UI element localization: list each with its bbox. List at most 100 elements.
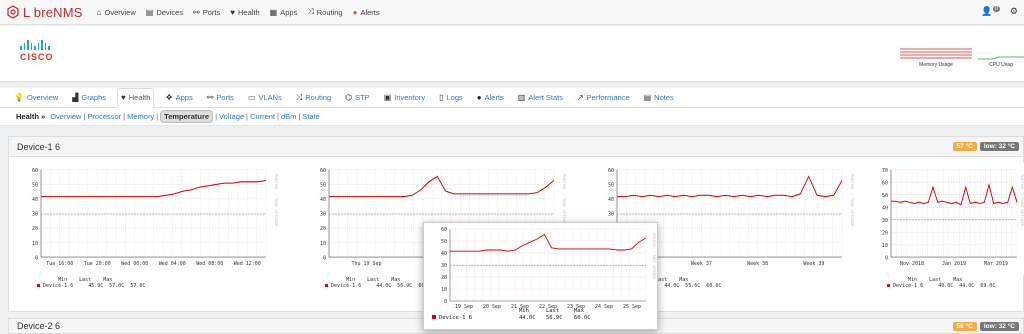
separator: | — [246, 112, 248, 121]
x-tick-label: Week 37 — [691, 261, 712, 267]
nav-label: Overview — [104, 7, 136, 17]
vlan-icon: ▭ — [247, 93, 256, 102]
tab-performance[interactable]: ↗ Performance — [574, 88, 633, 108]
health-subnav: Health » Overview | Processor | Memory | Tempe… — [0, 108, 1024, 126]
popup-min: 44.0C — [519, 315, 536, 321]
y-tick-label: 30 — [320, 211, 326, 217]
rrdtool-watermark: RRDTOOL / TOBI OETIKER — [274, 174, 278, 227]
nav-alerts[interactable]: ● Alerts — [353, 7, 380, 17]
subnav-dbm[interactable]: dBm — [281, 112, 296, 121]
nav-devices[interactable]: ▤ Devices — [146, 7, 183, 17]
link-icon: ⚯ — [193, 7, 200, 17]
legend-series-name: Device-1 6 — [893, 283, 924, 289]
graph-hover-popup: 60 50 40 30 20 10 0 19 Sep 20 Sep 21 Sep 22 Sep 23 … — [423, 222, 658, 330]
tab-logs[interactable]: ▯ Logs — [436, 88, 466, 108]
y-tick-label: 0 — [35, 255, 38, 261]
separator: | — [83, 112, 86, 121]
tab-vlans[interactable]: ▭ VLANs — [245, 88, 285, 108]
nav-label: Health — [237, 7, 260, 17]
nav-label: Devices — [156, 7, 184, 17]
current-temp-badge: 57 °C — [952, 142, 977, 151]
tab-health[interactable]: ♥ Health — [117, 87, 155, 108]
sitemap-icon: ⌬ — [345, 93, 353, 102]
legend-values: 45.9C 57.0C 57.0C — [73, 283, 146, 289]
nav-routing[interactable]: ⤨ Routing — [307, 7, 342, 17]
low-threshold-badge-2: low: 32 °C — [979, 322, 1019, 331]
y-tick-label: 0 — [323, 255, 326, 261]
subnav-processor[interactable]: Processor — [87, 112, 121, 121]
legend-series-name: Device-1 6 — [331, 283, 362, 289]
y-tick-label: 20 — [882, 230, 888, 236]
subnav-current[interactable]: Current — [250, 112, 275, 121]
x-tick-label: Nov 2018 — [900, 261, 924, 267]
tab-label: Health — [128, 93, 151, 102]
current-temp-badge-2: 56 °C — [952, 322, 977, 331]
tab-inventory[interactable]: ▣ Inventory — [381, 88, 428, 108]
alert-icon: ● — [476, 93, 482, 102]
nav-label: Ports — [202, 7, 221, 17]
temperature-graph-1[interactable]: 60 50 40 30 20 10 0 Tue 16:00 Tue 20:00 Wed 00:00… — [19, 163, 279, 303]
y-tick-label: 20 — [441, 275, 447, 281]
y-tick-label: 70 — [882, 168, 888, 174]
server-icon: ▤ — [145, 7, 154, 17]
tab-label: Alerts — [484, 93, 504, 102]
y-tick-label: 40 — [608, 197, 614, 203]
tab-ports[interactable]: ⚯ Ports — [204, 88, 237, 108]
subnav-voltage[interactable]: Voltage — [219, 112, 244, 121]
cpu-usage-graph[interactable]: CPU Usag — [978, 46, 1024, 68]
tab-alerts[interactable]: ● Alerts — [474, 88, 507, 108]
y-tick-label: 50 — [882, 193, 888, 199]
gear-icon[interactable]: ⚙ — [1010, 6, 1018, 17]
notes-icon: ▤ — [643, 93, 652, 102]
file-icon: ▯ — [439, 93, 444, 102]
y-tick-label: 10 — [320, 241, 326, 247]
tab-graphs[interactable]: ▟ Graphs — [69, 88, 109, 108]
x-tick-label: Tue 20:00 — [84, 261, 111, 267]
separator: | — [277, 112, 279, 121]
tab-apps[interactable]: ❖ Apps — [162, 88, 195, 108]
nav-apps[interactable]: ▦ Apps — [270, 7, 298, 17]
y-tick-label: 40 — [32, 197, 38, 203]
rrdtool-watermark: RRDTOOL / TOBI OETIKER — [652, 233, 656, 280]
cisco-logo: CISCO — [20, 40, 54, 62]
subnav-state[interactable]: State — [302, 112, 320, 121]
tab-label: STP — [355, 93, 370, 102]
heartbeat-icon: ♥ — [121, 93, 126, 102]
tab-routing[interactable]: ⤨ Routing — [293, 88, 334, 108]
nav-health[interactable]: ♥ Health — [230, 7, 259, 17]
legend-swatch-icon — [432, 315, 436, 319]
temperature-graph-4[interactable]: 70 60 50 40 30 20 10 0 Nov 2018 Jan 2019 Mar 2019 R… — [869, 163, 1024, 303]
y-tick-label: 30 — [441, 263, 447, 269]
tab-notes[interactable]: ▤ Notes — [641, 88, 677, 108]
x-tick-label: Thu 19 Sep — [351, 261, 381, 267]
y-tick-label: 60 — [441, 227, 447, 233]
librenms-logo[interactable]: L breNMS — [6, 5, 83, 20]
tab-overview[interactable]: 💡 Overview — [11, 88, 61, 108]
nav-ports[interactable]: ⚯ Ports — [193, 7, 220, 17]
librenms-logo-icon — [7, 5, 19, 19]
x-tick-label: 19 Sep — [455, 304, 473, 310]
home-icon: ⌂ — [96, 7, 102, 17]
tab-label: Notes — [654, 93, 674, 102]
legend-values: 40.0C 44.0C 69.0C — [923, 283, 996, 289]
nav-label: Alerts — [360, 7, 380, 17]
popup-last-label: Last — [546, 308, 559, 314]
separator: | — [215, 112, 218, 121]
tab-alert-stats[interactable]: ▥ Alert Stats — [515, 88, 566, 108]
panel-title: Device-1 6 — [17, 141, 61, 152]
tab-label: VLANs — [258, 93, 282, 102]
tab-stp[interactable]: ⌬ STP — [342, 88, 373, 108]
memory-usage-graph[interactable]: Memory Usage — [900, 46, 972, 68]
nav-overview[interactable]: ⌂ Overview — [97, 7, 136, 17]
tab-label: Inventory — [394, 93, 426, 102]
popup-max: 60.0C — [574, 315, 591, 321]
user-icon[interactable]: 👤 0 — [981, 6, 1000, 17]
subnav-temperature[interactable]: Temperature — [160, 110, 214, 123]
y-tick-label: 60 — [882, 180, 888, 186]
subnav-overview[interactable]: Overview — [50, 112, 81, 121]
separator: | — [298, 112, 301, 121]
y-tick-label: 40 — [882, 205, 888, 211]
y-tick-label: 40 — [441, 251, 447, 257]
subnav-memory[interactable]: Memory — [127, 112, 154, 121]
y-tick-label: 10 — [882, 243, 888, 249]
